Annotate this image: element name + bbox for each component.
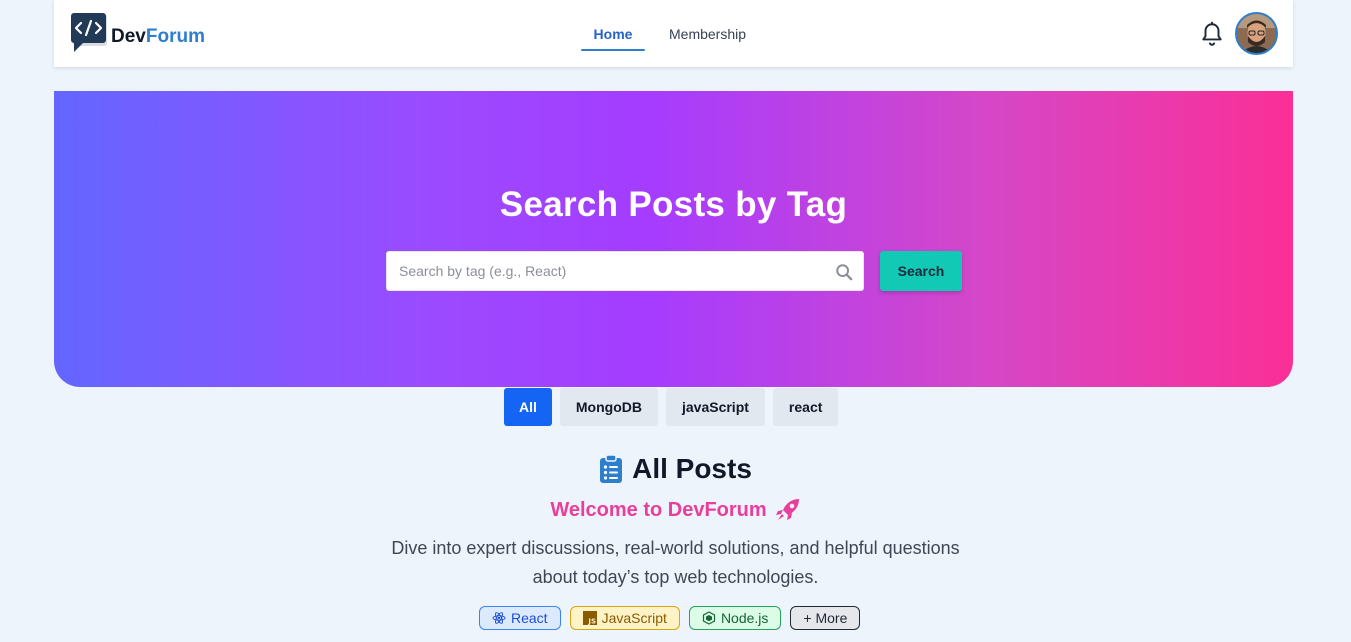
user-avatar[interactable] — [1235, 12, 1278, 55]
hero-banner: Search Posts by Tag Search — [54, 91, 1293, 387]
welcome-text: Welcome to DevForum — [550, 498, 767, 521]
brand-logo[interactable]: DevForum — [70, 13, 205, 53]
all-posts-heading: All Posts — [0, 453, 1351, 485]
description-line-2: about today’s top web technologies. — [532, 567, 819, 587]
all-posts-title: All Posts — [632, 453, 752, 484]
navbar: DevForum Home Membership — [54, 0, 1293, 67]
nav-home-link[interactable]: Home — [581, 0, 645, 67]
user-avatar-image — [1237, 14, 1276, 53]
svg-text:JS: JS — [587, 618, 596, 626]
description-line-1: Dive into expert discussions, real-world… — [391, 538, 960, 558]
tech-tag-more[interactable]: + More — [790, 606, 861, 630]
filter-all[interactable]: All — [504, 388, 552, 426]
filter-javascript[interactable]: javaScript — [665, 388, 765, 426]
tag-filter-bar: All MongoDB javaScript react — [504, 388, 839, 426]
nav-membership-link[interactable]: Membership — [669, 0, 746, 67]
brand-name: DevForum — [111, 26, 205, 48]
tag-search-box — [386, 251, 864, 291]
rocket-icon — [775, 499, 799, 520]
hero-title: Search Posts by Tag — [499, 185, 848, 224]
brand-name-part1: Dev — [111, 25, 146, 47]
welcome-line: Welcome to DevForum — [0, 497, 1351, 523]
filter-react[interactable]: react — [772, 388, 839, 426]
notification-bell-icon[interactable] — [1199, 21, 1225, 47]
tech-tags: React JS JavaScript Node.js + More — [479, 606, 861, 630]
search-icon — [836, 264, 853, 281]
nodejs-icon — [702, 611, 716, 625]
react-icon — [492, 612, 506, 624]
javascript-icon: JS — [582, 611, 597, 626]
code-chat-logo-icon — [71, 13, 107, 52]
clipboard-list-icon — [600, 454, 623, 483]
tech-tag-label: React — [511, 610, 548, 626]
tech-tag-label: JavaScript — [601, 610, 667, 626]
tech-tag-label: + More — [803, 610, 848, 626]
filter-mongodb[interactable]: MongoDB — [559, 388, 658, 426]
tag-search-input[interactable] — [387, 252, 863, 290]
brand-name-part2: Forum — [145, 25, 205, 47]
tech-tag-react[interactable]: React — [479, 606, 561, 630]
tech-tag-javascript[interactable]: JS JavaScript — [569, 606, 680, 630]
posts-description: Dive into expert discussions, real-world… — [0, 534, 1351, 592]
main-nav: Home Membership — [581, 0, 746, 67]
tech-tag-label: Node.js — [720, 610, 769, 626]
tech-tag-nodejs[interactable]: Node.js — [688, 606, 782, 630]
search-button[interactable]: Search — [880, 251, 962, 291]
